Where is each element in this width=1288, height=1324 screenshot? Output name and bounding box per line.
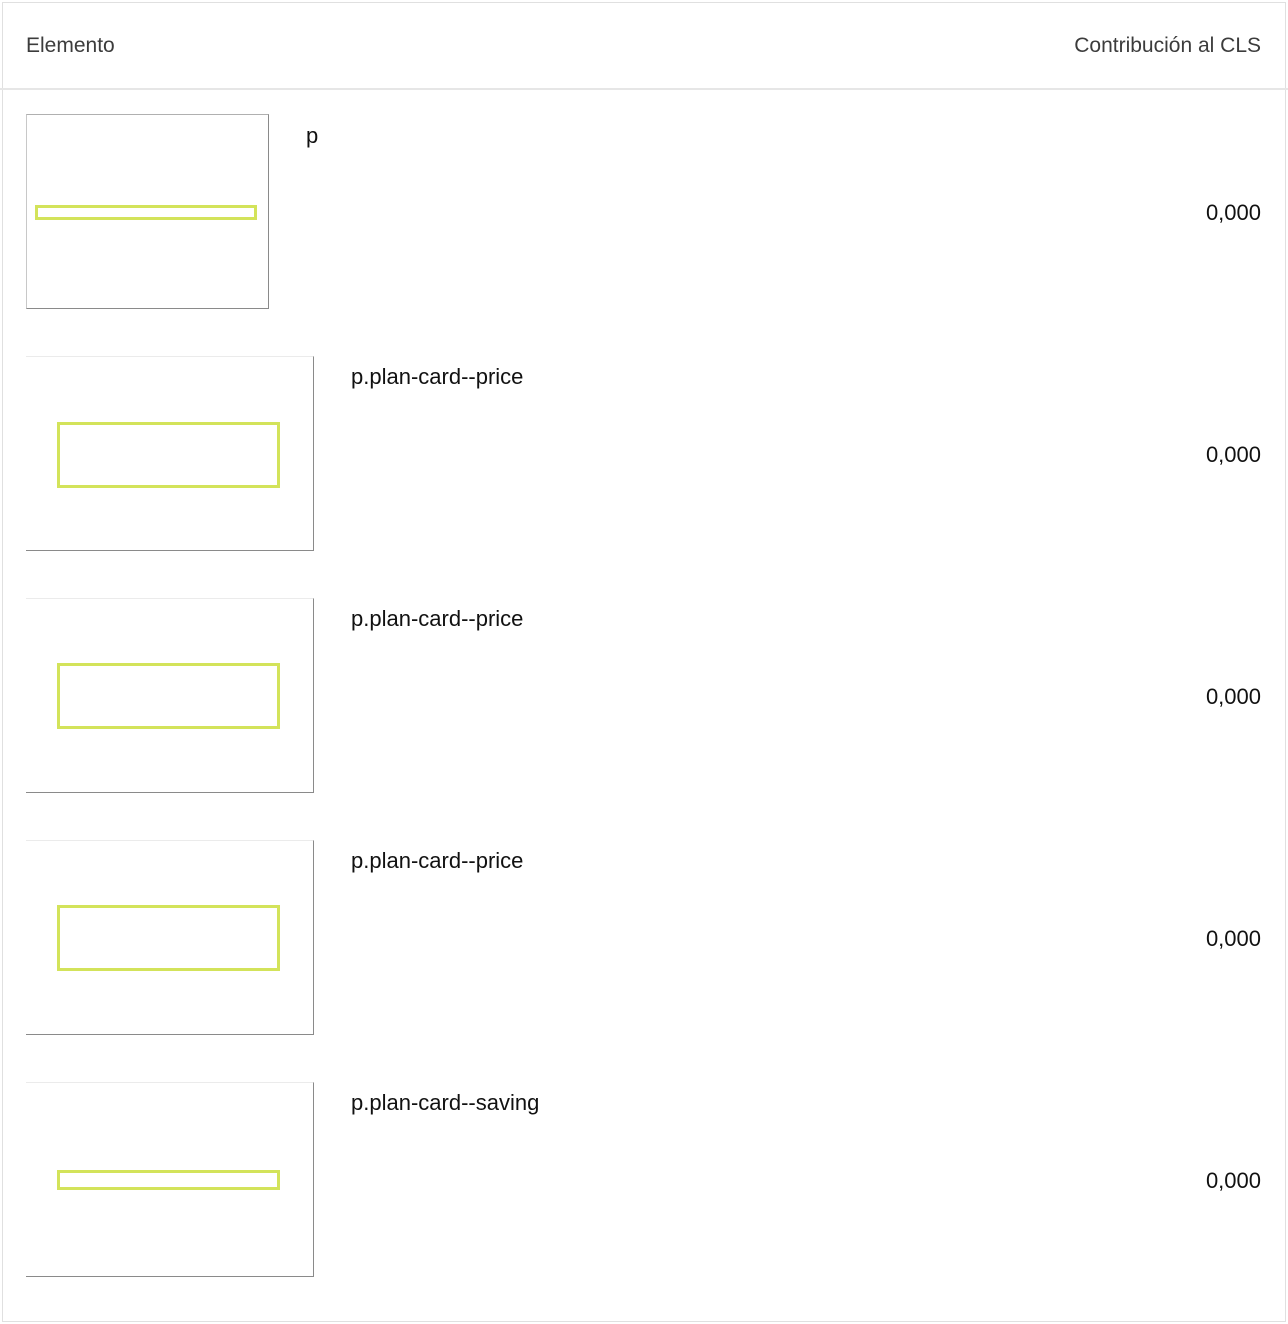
element-screenshot-thumbnail <box>26 840 314 1035</box>
element-selector[interactable]: p.plan-card--price <box>351 364 523 390</box>
element-screenshot-thumbnail <box>26 356 314 551</box>
table-row[interactable]: p.plan-card--price 0,000 <box>0 598 1288 840</box>
element-selector[interactable]: p.plan-card--price <box>351 848 523 874</box>
element-selector[interactable]: p <box>306 123 318 149</box>
table-header: Elemento Contribución al CLS <box>0 0 1288 90</box>
element-screenshot-thumbnail <box>26 598 314 793</box>
element-selector[interactable]: p.plan-card--saving <box>351 1090 539 1116</box>
cls-value: 0,000 <box>1205 684 1261 709</box>
table-row[interactable]: p.plan-card--price 0,000 <box>0 356 1288 598</box>
element-selector[interactable]: p.plan-card--price <box>351 606 523 632</box>
element-highlight-box <box>35 205 257 220</box>
table-row[interactable]: p 0,000 <box>0 114 1288 356</box>
element-highlight-box <box>57 663 280 729</box>
element-screenshot-thumbnail <box>26 114 269 309</box>
cls-value: 0,000 <box>1205 200 1261 225</box>
cls-value: 0,000 <box>1205 442 1261 467</box>
element-highlight-box <box>57 422 280 488</box>
table-row[interactable]: p.plan-card--price 0,000 <box>0 840 1288 1082</box>
cls-value: 0,000 <box>1205 926 1261 951</box>
element-screenshot-thumbnail <box>26 1082 314 1277</box>
element-highlight-box <box>57 1170 280 1190</box>
column-header-cls-contribution: Contribución al CLS <box>1074 34 1261 57</box>
cls-value: 0,000 <box>1205 1168 1261 1193</box>
column-header-element: Elemento <box>26 34 115 57</box>
element-highlight-box <box>57 905 280 971</box>
table-row[interactable]: p.plan-card--saving 0,000 <box>0 1082 1288 1324</box>
